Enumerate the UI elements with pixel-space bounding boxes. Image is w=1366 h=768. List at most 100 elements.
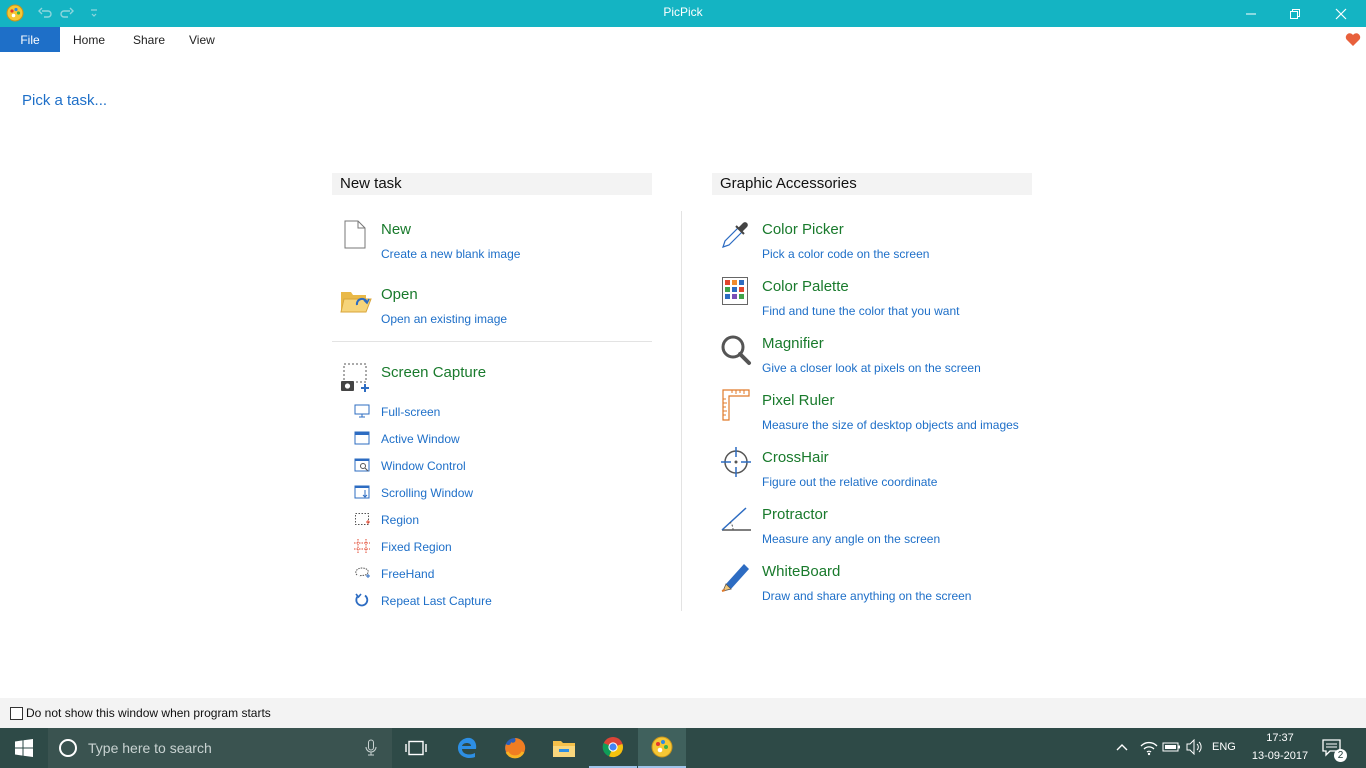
open-title: Open: [381, 286, 418, 303]
volume-icon[interactable]: [1186, 738, 1206, 760]
accessory-desc: Pick a color code on the screen: [762, 247, 930, 261]
repeat-icon: [354, 593, 370, 612]
accessory-desc: Measure any angle on the screen: [762, 532, 941, 546]
region-icon: [354, 512, 370, 531]
screen-capture-title: Screen Capture: [381, 364, 487, 381]
firefox-icon[interactable]: [491, 728, 539, 768]
accessory-desc: Figure out the relative coordinate: [762, 475, 938, 489]
clock-time[interactable]: 17:37: [1250, 732, 1310, 744]
edge-browser-icon[interactable]: [443, 728, 491, 768]
screen-capture-icon: [340, 362, 372, 399]
accessory-title: WhiteBoard: [762, 563, 841, 580]
capture-region[interactable]: Region: [354, 511, 644, 529]
chrome-icon[interactable]: [589, 728, 637, 768]
accessory-title: Protractor: [762, 506, 828, 523]
whiteboard-item[interactable]: WhiteBoard Draw and share anything on th…: [718, 560, 1038, 608]
window-control-icon: [354, 458, 370, 477]
open-task-item[interactable]: Open Open an existing image: [340, 284, 650, 332]
capture-scrolling-window[interactable]: Scrolling Window: [354, 484, 644, 502]
search-placeholder: Type here to search: [88, 740, 212, 756]
graphic-accessories-heading: Graphic Accessories: [712, 173, 1032, 195]
capture-label: FreeHand: [381, 567, 435, 581]
accessory-title: Color Palette: [762, 278, 849, 295]
new-desc: Create a new blank image: [381, 247, 521, 261]
capture-repeat-last[interactable]: Repeat Last Capture: [354, 592, 644, 610]
blank-page-icon: [344, 220, 366, 254]
open-desc: Open an existing image: [381, 312, 508, 326]
menu-file[interactable]: File: [0, 27, 60, 52]
capture-label: Active Window: [381, 432, 460, 446]
crosshair-item[interactable]: CrossHair Figure out the relative coordi…: [718, 446, 1038, 494]
taskbar: Type here to search ENG 17:37 13-09-2017…: [0, 728, 1366, 768]
monitor-icon: [354, 404, 370, 423]
window-title: PicPick: [663, 5, 703, 19]
new-task-item[interactable]: New Create a new blank image: [340, 218, 650, 266]
close-button[interactable]: [1318, 0, 1364, 27]
minimize-button[interactable]: [1228, 0, 1274, 27]
accessory-title: Pixel Ruler: [762, 392, 835, 409]
new-title: New: [381, 221, 412, 238]
magnifier-icon: [720, 334, 752, 371]
title-bar: PicPick: [0, 0, 1366, 27]
eyedropper-icon: [720, 220, 750, 255]
show-hidden-icons-icon[interactable]: [1115, 740, 1129, 759]
restore-button[interactable]: [1272, 0, 1318, 27]
menu-home[interactable]: Home: [73, 33, 105, 47]
screen-capture-item[interactable]: Screen Capture: [340, 362, 650, 394]
capture-window-control[interactable]: Window Control: [354, 457, 644, 475]
freehand-icon: [354, 566, 370, 585]
protractor-item[interactable]: Protractor Measure any angle on the scre…: [718, 503, 1038, 551]
capture-label: Region: [381, 513, 420, 527]
capture-fixed-region[interactable]: Fixed Region: [354, 538, 644, 556]
pick-a-task-heading: Pick a task...: [22, 92, 108, 109]
accessory-title: Magnifier: [762, 335, 824, 352]
startup-option-bar: Do not show this window when program sta…: [0, 698, 1366, 728]
menu-view[interactable]: View: [189, 33, 215, 47]
scrolling-window-icon: [354, 485, 370, 504]
section-divider: [332, 341, 652, 342]
pixel-ruler-item[interactable]: Pixel Ruler Measure the size of desktop …: [718, 389, 1038, 437]
clock-date[interactable]: 13-09-2017: [1250, 750, 1310, 762]
pen-icon: [720, 560, 752, 597]
capture-label: Window Control: [381, 459, 466, 473]
windows-start-icon[interactable]: [0, 728, 48, 768]
language-indicator[interactable]: ENG: [1212, 741, 1236, 753]
new-task-heading: New task: [332, 173, 652, 195]
startup-checkbox[interactable]: [10, 707, 23, 720]
capture-label: Repeat Last Capture: [381, 594, 492, 608]
accessory-desc: Draw and share anything on the screen: [762, 589, 972, 603]
accessory-desc: Measure the size of desktop objects and …: [762, 418, 1019, 432]
accessory-title: CrossHair: [762, 449, 829, 466]
network-icon[interactable]: [1140, 740, 1158, 761]
picpick-taskbar-icon[interactable]: [638, 728, 686, 768]
startup-checkbox-label[interactable]: Do not show this window when program sta…: [26, 706, 271, 720]
capture-active-window[interactable]: Active Window: [354, 430, 644, 448]
magnifier-item[interactable]: Magnifier Give a closer look at pixels o…: [718, 332, 1038, 380]
capture-label: Full-screen: [381, 405, 441, 419]
open-folder-icon: [340, 288, 372, 319]
cortana-icon: [58, 738, 78, 763]
file-explorer-icon[interactable]: [540, 728, 588, 768]
capture-freehand[interactable]: FreeHand: [354, 565, 644, 583]
accessory-title: Color Picker: [762, 221, 844, 238]
capture-full-screen[interactable]: Full-screen: [354, 403, 644, 421]
capture-label: Fixed Region: [381, 540, 452, 554]
microphone-icon[interactable]: [365, 739, 377, 762]
color-picker-item[interactable]: Color Picker Pick a color code on the sc…: [718, 218, 1038, 266]
notification-count-badge: 2: [1334, 749, 1347, 762]
heart-icon[interactable]: [1345, 32, 1361, 52]
battery-icon[interactable]: [1162, 740, 1182, 759]
task-view-icon[interactable]: [392, 728, 440, 768]
menu-bar: File Home Share View: [0, 27, 1366, 52]
protractor-icon: [720, 505, 752, 538]
crosshair-icon: [720, 446, 752, 483]
capture-label: Scrolling Window: [381, 486, 474, 500]
accessory-desc: Find and tune the color that you want: [762, 304, 960, 318]
taskbar-search-box[interactable]: Type here to search: [48, 728, 392, 768]
color-palette-item[interactable]: Color Palette Find and tune the color th…: [718, 275, 1038, 323]
column-divider: [681, 211, 682, 611]
fixed-region-icon: [354, 539, 370, 558]
ruler-icon: [722, 389, 750, 426]
accessory-desc: Give a closer look at pixels on the scre…: [762, 361, 981, 375]
menu-share[interactable]: Share: [133, 33, 165, 47]
